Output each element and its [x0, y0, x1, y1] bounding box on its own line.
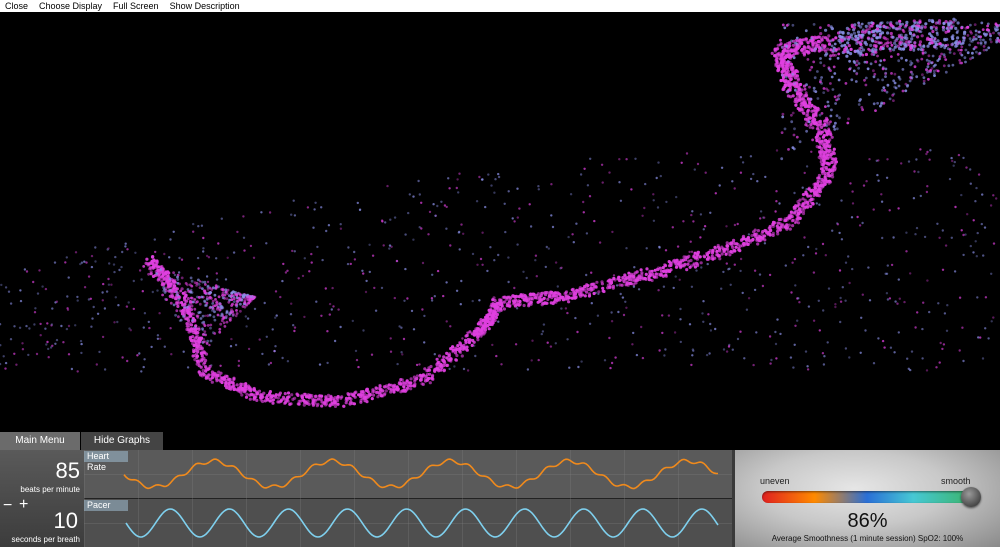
- heart-rate-unit: beats per minute: [20, 485, 80, 494]
- smoothness-bar: [762, 491, 972, 503]
- main-menu-button[interactable]: Main Menu: [0, 432, 80, 450]
- menu-show-description[interactable]: Show Description: [165, 0, 246, 12]
- hide-graphs-button[interactable]: Hide Graphs: [81, 432, 163, 450]
- graphs-area: Heart Rate Pacer: [84, 450, 732, 547]
- heart-rate-value: 85: [55, 458, 80, 483]
- pacer-unit: seconds per breath: [11, 535, 81, 544]
- tab-bar: Main Menu Hide Graphs: [0, 432, 163, 450]
- pacer-value: 10: [53, 508, 78, 533]
- menu-bar: Close Choose Display Full Screen Show De…: [0, 0, 1000, 12]
- particle-visualization: [0, 12, 1000, 432]
- menu-choose-display[interactable]: Choose Display: [34, 0, 108, 12]
- bottom-panel: 85 beats per minute − + 10 seconds per b…: [0, 450, 1000, 547]
- particle-canvas: [0, 17, 1000, 408]
- uneven-label: uneven: [760, 476, 790, 486]
- smoothness-knob: [961, 487, 981, 507]
- smooth-label: smooth: [941, 476, 971, 486]
- readout-column: 85 beats per minute − + 10 seconds per b…: [0, 450, 84, 547]
- graphs-canvas: [84, 450, 732, 547]
- smoothness-panel: uneven smooth 86% Average Smoothness (1 …: [735, 450, 1000, 547]
- pacer-graph-label: Pacer: [84, 500, 128, 511]
- smoothness-percent: 86%: [847, 510, 888, 532]
- menu-close[interactable]: Close: [0, 0, 34, 12]
- heart-rate-graph-label: Heart Rate: [84, 451, 128, 472]
- smoothness-caption: Average Smoothness (1 minute session) Sp…: [771, 534, 964, 543]
- menu-full-screen[interactable]: Full Screen: [108, 0, 165, 12]
